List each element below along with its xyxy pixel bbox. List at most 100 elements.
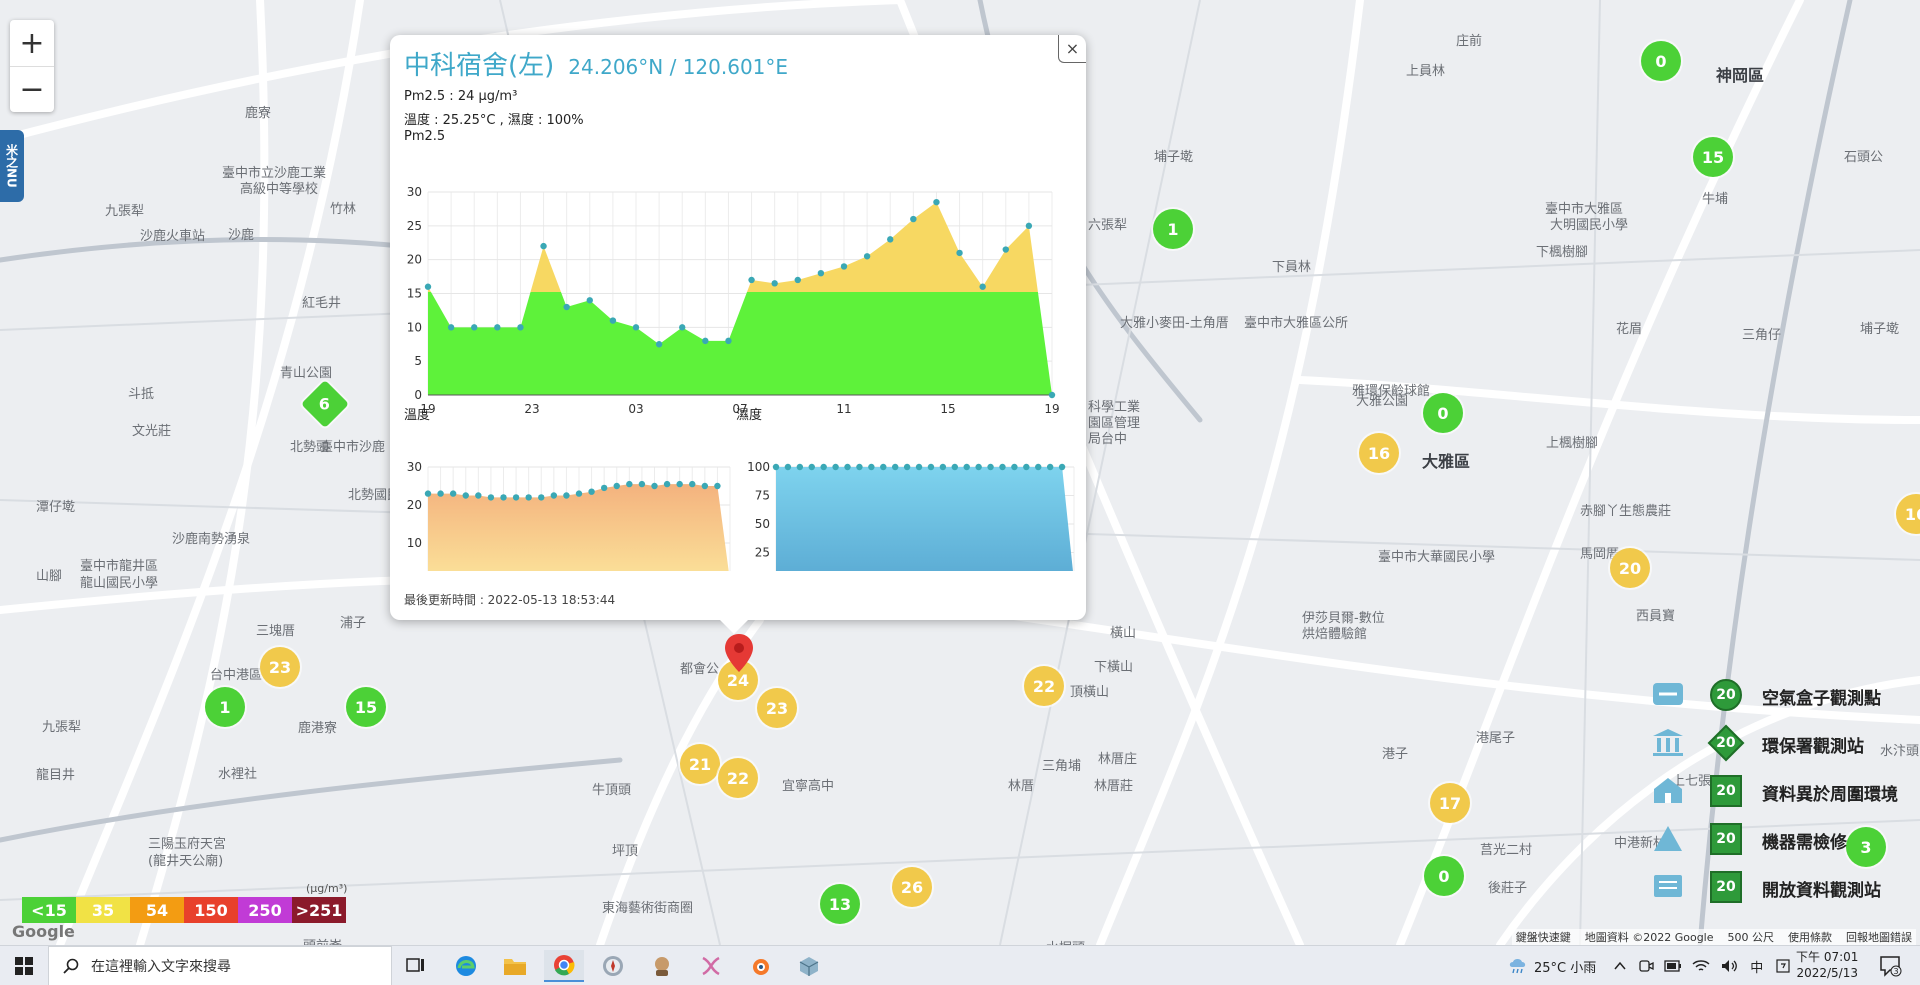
map-place-label: 九張犁 [42,720,82,735]
data-point [910,215,917,223]
battery-icon[interactable] [1664,959,1682,973]
taskbar-clock[interactable]: 下午 07:01 2022/5/13 [1796,949,1858,981]
compass-app-button[interactable] [593,950,633,982]
map-place-label: 坪頂 [612,844,639,859]
sensor-marker[interactable]: 22 [718,758,758,798]
map-place-label: 上員林 [1406,64,1446,79]
wifi-icon[interactable] [1692,958,1710,974]
y-tick-label: 50 [755,517,770,531]
legend-badge-value: 20 [1716,879,1736,895]
map-footer-link[interactable]: 回報地圖錯誤 [1846,929,1912,945]
legend-cell: 54 [130,897,184,923]
task-view-icon [406,958,424,972]
data-point [563,303,570,311]
map-place-label: 三塊厝 [256,624,296,639]
sensor-marker[interactable]: 20 [1610,548,1650,588]
map-footer-link[interactable]: 鍵盤快速鍵 [1516,929,1571,945]
chevron-up-icon[interactable] [1614,960,1626,972]
map-footer-link[interactable]: 500 公尺 [1728,929,1775,945]
ime-indicator[interactable]: 中 [1750,957,1763,976]
task-view-button[interactable] [396,950,436,982]
x-tick-label: 11 [836,402,851,416]
sensor-marker[interactable]: 15 [1693,137,1733,177]
data-point [832,463,839,471]
sensor-marker[interactable]: 23 [260,647,300,687]
clock-date: 2022/5/13 [1796,966,1858,980]
chrome-app-button[interactable] [544,950,584,982]
x-tick-label: 19 [1044,402,1059,416]
data-point [613,482,620,490]
station-coords: 24.206°N / 120.601°E [568,55,789,79]
side-panel-tab[interactable]: 米之NU [0,130,24,202]
zoom-in-button[interactable]: + [10,20,54,66]
sensor-marker[interactable]: 17 [1430,783,1470,823]
selected-location-pin-icon[interactable] [725,634,753,672]
sensor-marker[interactable]: 23 [757,688,797,728]
sensor-marker[interactable]: 15 [346,687,386,727]
data-point [655,341,663,348]
map-place-label: 局台中 [1088,432,1128,447]
ime-mode-icon[interactable] [1775,958,1791,974]
data-point [1048,391,1056,399]
sensor-marker[interactable]: 22 [1024,666,1064,706]
meet-now-icon[interactable] [1638,958,1654,974]
edge-app-button[interactable] [446,950,486,982]
data-point [796,463,804,471]
taskbar-search-box[interactable]: 在這裡輸入文字來搜尋 [48,946,392,985]
sensor-marker[interactable]: 0 [1423,393,1463,433]
sensor-marker[interactable]: 26 [892,867,932,907]
open-data-icon [1650,871,1686,901]
sensor-marker[interactable]: 21 [680,744,720,784]
notification-center-icon[interactable]: 3 [1878,954,1902,978]
marker-value: 21 [688,754,712,774]
map-place-label: 文光莊 [132,424,172,439]
sensor-marker[interactable]: 13 [820,884,860,924]
app-button-6[interactable] [691,950,731,982]
data-point [449,490,457,497]
station-name: 中科宿舍(左) [404,51,555,81]
data-point [676,480,683,488]
close-icon[interactable]: × [1058,35,1086,63]
map-place-label: 台中港區 [210,668,263,683]
data-point [725,337,732,345]
data-point [575,490,583,497]
app-button-8[interactable] [789,950,829,982]
data-point [651,482,658,490]
sensor-marker[interactable]: 0 [1424,856,1464,896]
windows-logo-icon [15,957,33,975]
map-footer-link[interactable]: 地圖資料 ©2022 Google [1585,929,1714,945]
sensor-marker[interactable]: 1 [205,687,245,727]
marker-value: 26 [900,877,924,897]
app-button-5[interactable] [642,950,682,982]
map-place-label: 東海藝術街商圈 [602,901,694,916]
start-button[interactable] [0,946,48,985]
pm25-area-chart: 05101520253019 23 03 07 11 15 19 [407,185,1060,416]
humidity-area-chart: 0255075100 [747,460,1075,571]
sensor-marker[interactable]: 1 [1153,209,1193,249]
marker-value: 16 [1904,504,1920,524]
map-place-label: 牛埔 [1702,192,1729,207]
volume-icon[interactable] [1720,958,1738,974]
map-place-label: 山腳 [36,569,63,584]
y-tick-label: 100 [747,460,770,474]
map-footer-link[interactable]: 使用條款 [1788,929,1832,945]
legend-cell: 250 [238,897,292,923]
compass-icon [603,956,623,976]
data-point [1011,463,1018,471]
marker-value: 6 [319,394,331,414]
map-place-label: 林厝庄 [1098,752,1138,767]
file-explorer-button[interactable] [495,950,535,982]
sensor-marker[interactable]: 0 [1641,41,1681,81]
data-point [679,324,686,331]
sensor-marker[interactable]: 16 [1359,433,1399,473]
data-point [880,463,887,471]
blender-app-button[interactable] [740,950,780,982]
map-place-label: 竹林 [330,202,357,217]
data-point [424,283,432,290]
zoom-out-button[interactable]: − [10,66,54,112]
data-point [951,463,958,471]
map-place-label: 赤腳丫生態農莊 [1580,504,1672,519]
weather-text[interactable]: 25°C 小雨 [1534,957,1596,976]
map-place-label: 高級中等學校 [240,182,319,197]
data-point [540,242,547,250]
